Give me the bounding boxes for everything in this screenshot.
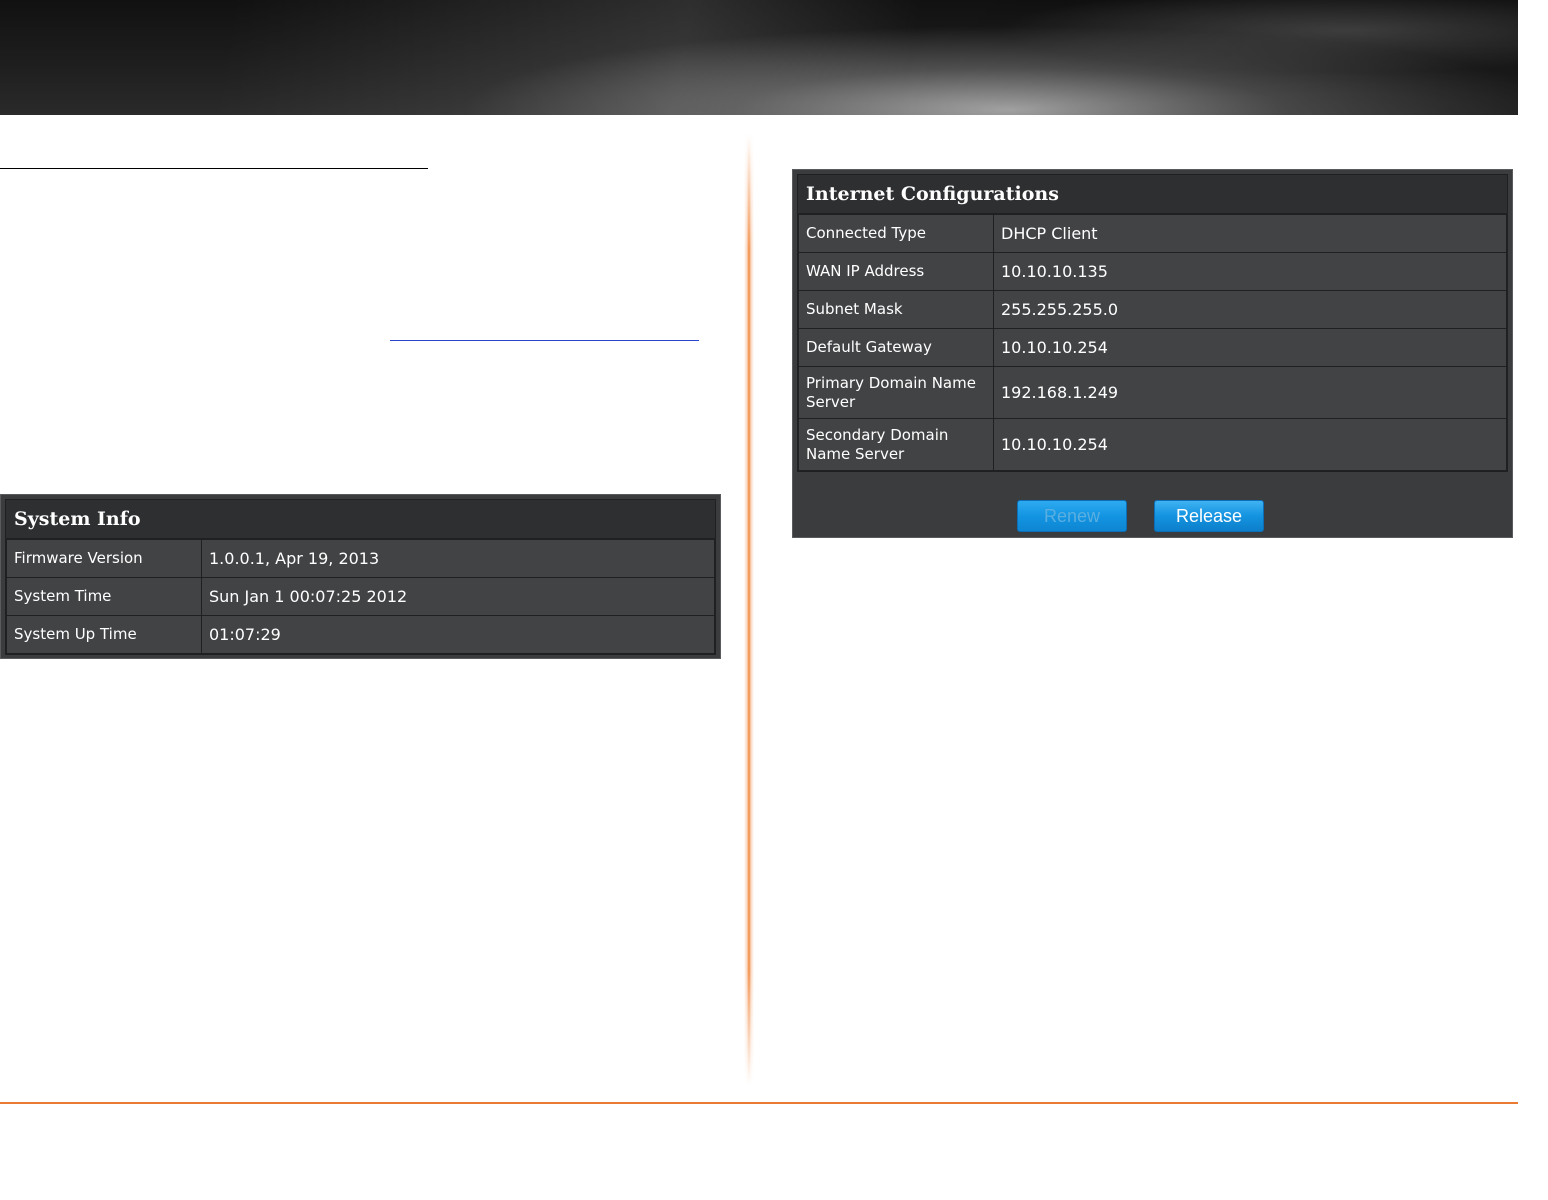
table-row: System Up Time 01:07:29 [6,615,715,654]
column-divider [744,135,754,1085]
table-row: Default Gateway 10.10.10.254 [798,328,1507,367]
system-up-time-label: System Up Time [6,615,202,654]
primary-dns-label: Primary Domain Name Server [798,366,994,419]
system-up-time-value: 01:07:29 [201,615,715,654]
footer-rule [0,1102,1518,1104]
default-gateway-label: Default Gateway [798,328,994,367]
header-banner-sheen [0,0,1518,115]
release-button[interactable]: Release [1154,500,1264,532]
button-bar: Renew Release [793,500,1512,534]
heading-underline [0,168,428,169]
system-info-table: Firmware Version 1.0.0.1, Apr 19, 2013 S… [6,539,715,654]
table-row: Firmware Version 1.0.0.1, Apr 19, 2013 [6,539,715,578]
table-row: Connected Type DHCP Client [798,214,1507,253]
system-info-panel: System Info Firmware Version 1.0.0.1, Ap… [0,494,721,659]
subnet-mask-value: 255.255.255.0 [993,290,1507,329]
system-time-value: Sun Jan 1 00:07:25 2012 [201,577,715,616]
subnet-mask-label: Subnet Mask [798,290,994,329]
default-gateway-value: 10.10.10.254 [993,328,1507,367]
table-row: System Time Sun Jan 1 00:07:25 2012 [6,577,715,616]
connected-type-label: Connected Type [798,214,994,253]
connected-type-value: DHCP Client [993,214,1507,253]
internet-config-title: Internet Configurations [798,175,1507,214]
table-row: Primary Domain Name Server 192.168.1.249 [798,366,1507,419]
internet-config-panel: Internet Configurations Connected Type D… [792,169,1513,538]
renew-button[interactable]: Renew [1017,500,1127,532]
system-time-label: System Time [6,577,202,616]
firmware-version-label: Firmware Version [6,539,202,578]
primary-dns-value: 192.168.1.249 [993,366,1507,419]
firmware-version-value: 1.0.0.1, Apr 19, 2013 [201,539,715,578]
system-info-grid: System Info Firmware Version 1.0.0.1, Ap… [5,499,716,655]
system-info-title: System Info [6,500,715,539]
internet-config-table: Connected Type DHCP Client WAN IP Addres… [798,214,1507,471]
table-row: Subnet Mask 255.255.255.0 [798,290,1507,329]
table-row: WAN IP Address 10.10.10.135 [798,252,1507,291]
hyperlink-underline[interactable] [390,340,699,341]
table-row: Secondary Domain Name Server 10.10.10.25… [798,418,1507,471]
wan-ip-address-label: WAN IP Address [798,252,994,291]
internet-config-grid: Internet Configurations Connected Type D… [797,174,1508,472]
secondary-dns-value: 10.10.10.254 [993,418,1507,471]
secondary-dns-label: Secondary Domain Name Server [798,418,994,471]
wan-ip-address-value: 10.10.10.135 [993,252,1507,291]
